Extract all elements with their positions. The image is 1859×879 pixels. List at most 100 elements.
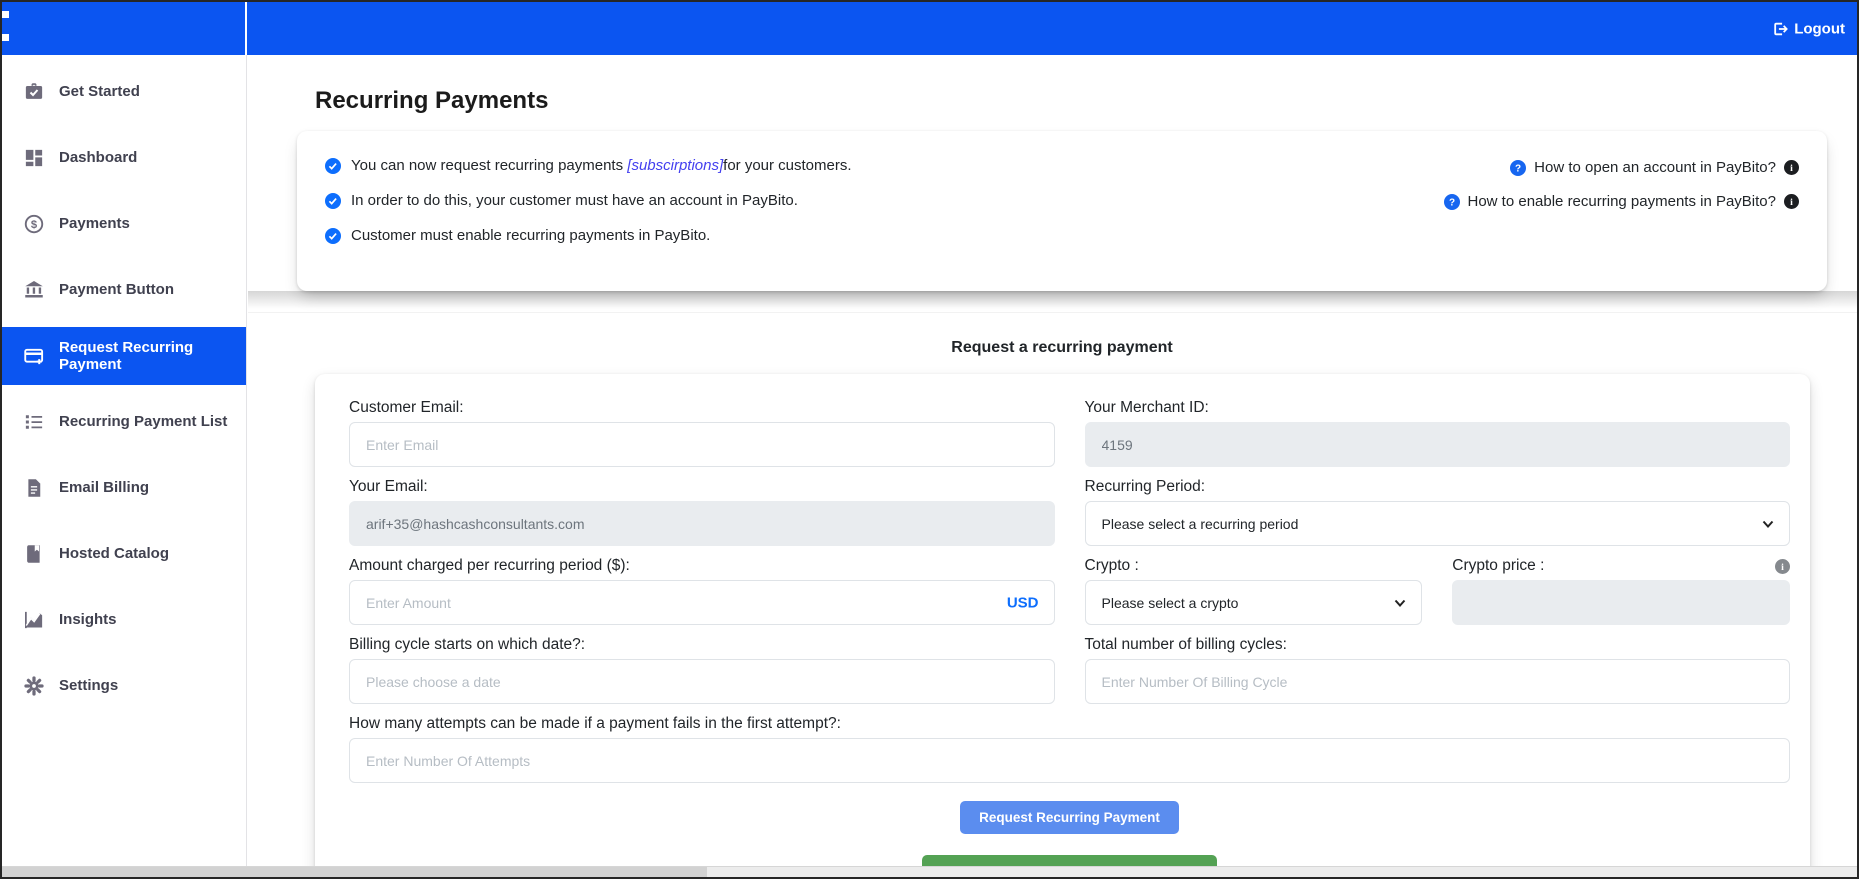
- svg-text:i: i: [1781, 562, 1784, 573]
- briefcase-check-icon: [24, 82, 44, 102]
- book-icon: [24, 544, 44, 564]
- dashboard-grid-icon: [24, 148, 44, 168]
- page-title: Recurring Payments: [315, 87, 1827, 115]
- svg-text:?: ?: [1515, 163, 1521, 174]
- sidebar: Get Started Dashboard $ Payments Payment…: [2, 55, 247, 866]
- sidebar-item-label: Get Started: [59, 83, 140, 100]
- hamburger-menu-icon[interactable]: [2, 11, 9, 57]
- sidebar-item-email-billing[interactable]: Email Billing: [2, 459, 246, 517]
- merchant-id-input: [1085, 422, 1791, 467]
- sidebar-item-recurring-payment-list[interactable]: Recurring Payment List: [2, 393, 246, 451]
- sidebar-item-label: Payments: [59, 215, 130, 232]
- sidebar-item-label: Email Billing: [59, 479, 149, 496]
- billing-cycles-field-group: Total number of billing cycles:: [1085, 636, 1791, 704]
- sidebar-item-settings[interactable]: Settings: [2, 657, 246, 715]
- recurring-period-field-group: Recurring Period: Please select a recurr…: [1085, 478, 1791, 546]
- recurring-payment-form: Customer Email: Your Merchant ID: Your E…: [315, 374, 1810, 866]
- form-section-title: Request a recurring payment: [297, 339, 1827, 357]
- subscriptions-link[interactable]: [subscirptions]: [627, 157, 723, 174]
- chart-line-icon: [24, 610, 44, 630]
- note-text: In order to do this, your customer must …: [351, 192, 798, 209]
- note-text: Customer must enable recurring payments …: [351, 227, 710, 244]
- billing-date-label: Billing cycle starts on which date?:: [349, 636, 1055, 654]
- check-circle-icon: [325, 193, 341, 209]
- currency-badge: USD: [1007, 594, 1039, 611]
- generate-form-code-button[interactable]: Generate Recurring Payment Form Code: [922, 855, 1217, 866]
- recurring-period-select[interactable]: Please select a recurring period: [1085, 501, 1791, 546]
- sidebar-item-label: Settings: [59, 677, 118, 694]
- info-card: You can now request recurring payments […: [297, 131, 1827, 291]
- note-item: You can now request recurring payments […: [325, 157, 852, 174]
- billing-cycles-input[interactable]: [1085, 659, 1791, 704]
- list-icon: [24, 412, 44, 432]
- logout-button[interactable]: Logout: [1772, 20, 1845, 37]
- sidebar-item-get-started[interactable]: Get Started: [2, 63, 246, 121]
- dollar-circle-icon: $: [24, 214, 44, 234]
- check-circle-icon: [325, 158, 341, 174]
- help-link-label: How to open an account in PayBito?: [1534, 159, 1776, 176]
- sidebar-item-label: Insights: [59, 611, 117, 628]
- crypto-price-input: [1452, 580, 1790, 625]
- recurring-period-label: Recurring Period:: [1085, 478, 1791, 496]
- bank-icon: [24, 280, 44, 300]
- attempts-field-group: How many attempts can be made if a payme…: [349, 715, 1790, 783]
- sidebar-item-label: Dashboard: [59, 149, 137, 166]
- billing-date-input[interactable]: [349, 659, 1055, 704]
- crypto-select[interactable]: Please select a crypto: [1085, 580, 1423, 625]
- billing-cycles-label: Total number of billing cycles:: [1085, 636, 1791, 654]
- svg-text:?: ?: [1448, 197, 1454, 208]
- crypto-selected-value: Please select a crypto: [1102, 595, 1239, 611]
- logout-icon: [1772, 20, 1789, 37]
- help-link-open-account[interactable]: ? How to open an account in PayBito? i: [1444, 159, 1800, 176]
- note-item: In order to do this, your customer must …: [325, 192, 852, 209]
- sidebar-item-hosted-catalog[interactable]: Hosted Catalog: [2, 525, 246, 583]
- check-circle-icon: [325, 228, 341, 244]
- sidebar-item-insights[interactable]: Insights: [2, 591, 246, 649]
- question-circle-icon: ?: [1444, 194, 1460, 210]
- attempts-label: How many attempts can be made if a payme…: [349, 715, 1790, 733]
- customer-email-input[interactable]: [349, 422, 1055, 467]
- note-text: You can now request recurring payments […: [351, 157, 852, 174]
- sidebar-item-label: Request Recurring Payment: [59, 339, 234, 374]
- crypto-price-info-icon[interactable]: i: [1775, 559, 1790, 574]
- top-header: Logout: [2, 2, 1857, 55]
- customer-email-label: Customer Email:: [349, 399, 1055, 417]
- amount-label: Amount charged per recurring period ($):: [349, 557, 1055, 575]
- crypto-price-label: Crypto price :: [1452, 557, 1544, 575]
- document-icon: [24, 478, 44, 498]
- svg-text:$: $: [31, 219, 38, 231]
- request-recurring-payment-button[interactable]: Request Recurring Payment: [960, 801, 1179, 834]
- sidebar-item-label: Payment Button: [59, 281, 174, 298]
- header-divider: [245, 2, 247, 55]
- horizontal-scrollbar[interactable]: [2, 866, 1857, 877]
- sidebar-item-payment-button[interactable]: Payment Button: [2, 261, 246, 319]
- svg-text:i: i: [1790, 163, 1793, 174]
- amount-input[interactable]: [349, 580, 1055, 625]
- sidebar-item-dashboard[interactable]: Dashboard: [2, 129, 246, 187]
- help-link-label: How to enable recurring payments in PayB…: [1468, 193, 1777, 210]
- sidebar-item-payments[interactable]: $ Payments: [2, 195, 246, 253]
- horizontal-scrollbar-thumb[interactable]: [2, 867, 707, 877]
- note-item: Customer must enable recurring payments …: [325, 227, 852, 244]
- chevron-down-icon: [1393, 596, 1407, 610]
- info-circle-icon[interactable]: i: [1784, 160, 1799, 175]
- your-email-field-group: Your Email:: [349, 478, 1055, 546]
- app-window: Logout Get Started Dashboard $ Payments: [0, 0, 1859, 879]
- question-circle-icon: ?: [1510, 160, 1526, 176]
- help-link-enable-recurring[interactable]: ? How to enable recurring payments in Pa…: [1444, 193, 1800, 210]
- notes-list: You can now request recurring payments […: [325, 157, 852, 281]
- sidebar-item-label: Recurring Payment List: [59, 413, 227, 430]
- info-circle-icon[interactable]: i: [1784, 194, 1799, 209]
- main-content: Recurring Payments You can now request r…: [248, 55, 1857, 866]
- your-email-label: Your Email:: [349, 478, 1055, 496]
- crypto-label: Crypto :: [1085, 557, 1423, 575]
- sidebar-item-request-recurring-payment[interactable]: Request Recurring Payment: [2, 327, 246, 385]
- svg-text:i: i: [1790, 197, 1793, 208]
- section-divider-shadow: [248, 291, 1857, 313]
- recurring-period-selected-value: Please select a recurring period: [1102, 516, 1299, 532]
- amount-field-group: Amount charged per recurring period ($):…: [349, 557, 1055, 625]
- sidebar-item-label: Hosted Catalog: [59, 545, 169, 562]
- billing-date-field-group: Billing cycle starts on which date?:: [349, 636, 1055, 704]
- attempts-input[interactable]: [349, 738, 1790, 783]
- your-email-input: [349, 501, 1055, 546]
